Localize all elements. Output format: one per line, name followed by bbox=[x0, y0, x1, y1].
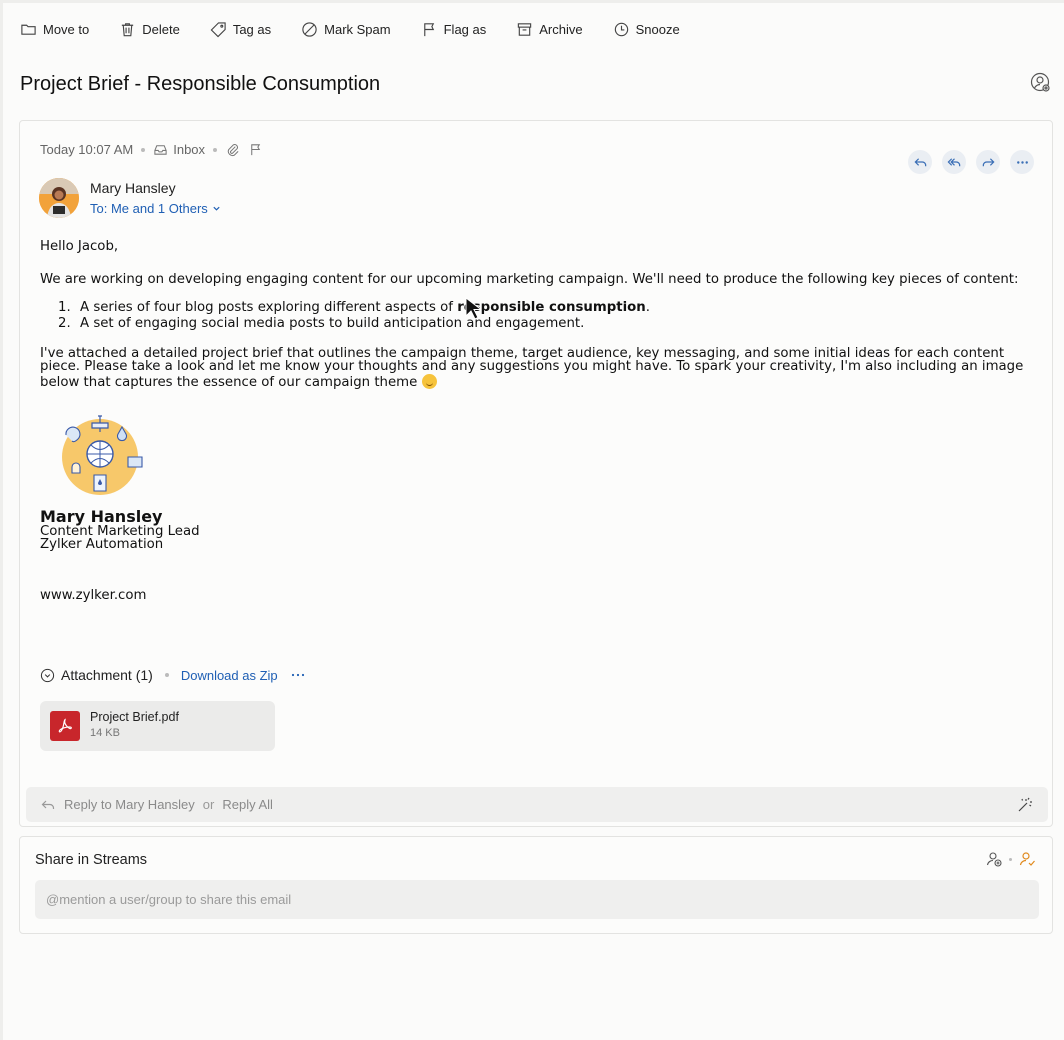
flag-as-button[interactable]: Flag as bbox=[421, 21, 487, 38]
magic-wand-icon[interactable] bbox=[1016, 796, 1034, 814]
delete-button[interactable]: Delete bbox=[119, 21, 180, 38]
mouse-pointer-icon bbox=[465, 297, 481, 320]
email-subject: Project Brief - Responsible Consumption bbox=[20, 73, 381, 95]
reply-button[interactable] bbox=[908, 150, 932, 174]
reply-to-link[interactable]: Reply to Mary Hansley bbox=[64, 797, 195, 812]
snooze-label: Snooze bbox=[635, 21, 680, 37]
sender-name[interactable]: Mary Hansley bbox=[90, 180, 176, 196]
toolbar: Move to Delete Tag as Mark Spam Flag as … bbox=[20, 16, 710, 42]
recipients-label: To: Me and 1 Others bbox=[90, 201, 208, 216]
smiley-emoji-icon bbox=[421, 373, 437, 389]
tag-as-label: Tag as bbox=[232, 21, 272, 37]
reply-icon bbox=[913, 157, 926, 166]
flag-icon[interactable] bbox=[248, 142, 263, 157]
pdf-icon bbox=[50, 711, 80, 741]
delete-label: Delete bbox=[142, 21, 180, 37]
mark-spam-button[interactable]: Mark Spam bbox=[301, 21, 391, 38]
tag-as-button[interactable]: Tag as bbox=[210, 21, 271, 38]
sender-photo bbox=[39, 178, 79, 218]
forward-button[interactable] bbox=[976, 150, 1000, 174]
attachments-count[interactable]: Attachment (1) bbox=[61, 667, 153, 683]
greeting: Hello Jacob, bbox=[40, 239, 119, 254]
attachments-header: Attachment (1) Download as Zip bbox=[40, 667, 306, 683]
user-check-icon[interactable] bbox=[1018, 850, 1036, 868]
more-icon[interactable] bbox=[290, 667, 306, 683]
message-actions bbox=[908, 150, 1034, 174]
snooze-button[interactable]: Snooze bbox=[613, 21, 680, 38]
download-zip-link[interactable]: Download as Zip bbox=[181, 668, 278, 683]
signature-company: Zylker Automation bbox=[40, 537, 164, 552]
email-meta: Today 10:07 AM Inbox bbox=[40, 142, 263, 157]
responsible-consumption-illustration bbox=[62, 415, 143, 495]
list-item: 1. A series of four blog posts exploring… bbox=[58, 300, 650, 315]
move-to-label: Move to bbox=[43, 21, 90, 37]
attachment-name: Project Brief.pdf bbox=[90, 710, 179, 724]
tag-icon bbox=[210, 21, 226, 37]
more-icon bbox=[1016, 160, 1028, 164]
flag-icon bbox=[423, 22, 434, 36]
chevron-down-icon bbox=[213, 206, 220, 211]
mark-spam-label: Mark Spam bbox=[324, 21, 391, 37]
flag-as-label: Flag as bbox=[443, 21, 487, 37]
attachment-size: 14 KB bbox=[90, 727, 120, 739]
folder-label: Inbox bbox=[173, 142, 206, 157]
top-border bbox=[0, 0, 1064, 3]
archive-label: Archive bbox=[539, 21, 583, 37]
signature-name: Mary Hansley bbox=[40, 507, 163, 526]
reply-all-link[interactable]: Reply All bbox=[222, 797, 273, 812]
avatar[interactable] bbox=[39, 178, 79, 218]
paperclip-icon[interactable] bbox=[225, 142, 240, 157]
folder-link[interactable]: Inbox bbox=[153, 142, 205, 157]
archive-icon bbox=[518, 22, 532, 36]
forward-icon bbox=[982, 157, 995, 166]
clock-icon bbox=[614, 22, 628, 36]
reply-all-button[interactable] bbox=[942, 150, 966, 174]
inbox-icon bbox=[154, 145, 167, 155]
trash-icon bbox=[122, 22, 134, 36]
email-card: Today 10:07 AM Inbox Mary Hansley To: Me… bbox=[19, 120, 1053, 827]
or-text: or bbox=[202, 797, 215, 812]
add-user-group-icon[interactable] bbox=[985, 850, 1003, 868]
mention-input[interactable] bbox=[35, 880, 1039, 919]
paragraph-intro: We are working on developing engaging co… bbox=[40, 272, 1019, 287]
left-border bbox=[0, 0, 3, 1040]
list-item: 2. A set of engaging social media posts … bbox=[58, 316, 585, 331]
recipients-toggle[interactable]: To: Me and 1 Others bbox=[90, 201, 221, 216]
reply-bar: Reply to Mary Hansley or Reply All bbox=[26, 787, 1048, 822]
archive-button[interactable]: Archive bbox=[516, 21, 583, 38]
paragraph-attachment-note: I've attached a detailed project brief t… bbox=[40, 346, 1024, 390]
share-in-streams-panel: Share in Streams bbox=[19, 836, 1053, 934]
reply-all-icon bbox=[947, 157, 960, 166]
spam-icon bbox=[302, 21, 317, 37]
email-time: Today 10:07 AM bbox=[40, 142, 134, 157]
collapse-toggle-icon[interactable] bbox=[40, 668, 55, 683]
move-to-button[interactable]: Move to bbox=[20, 21, 89, 38]
user-settings-icon[interactable] bbox=[1030, 72, 1052, 94]
share-title: Share in Streams bbox=[35, 852, 148, 868]
folder-icon bbox=[21, 24, 36, 35]
attachment-item[interactable]: Project Brief.pdf 14 KB bbox=[40, 701, 275, 751]
share-actions bbox=[985, 850, 1036, 868]
website-text: www.zylker.com bbox=[40, 588, 147, 603]
reply-icon bbox=[41, 800, 55, 809]
signature: Mary Hansley Content Marketing Lead Zylk… bbox=[40, 507, 200, 552]
more-actions-button[interactable] bbox=[1010, 150, 1034, 174]
content-list: 1. A series of four blog posts exploring… bbox=[40, 301, 650, 333]
